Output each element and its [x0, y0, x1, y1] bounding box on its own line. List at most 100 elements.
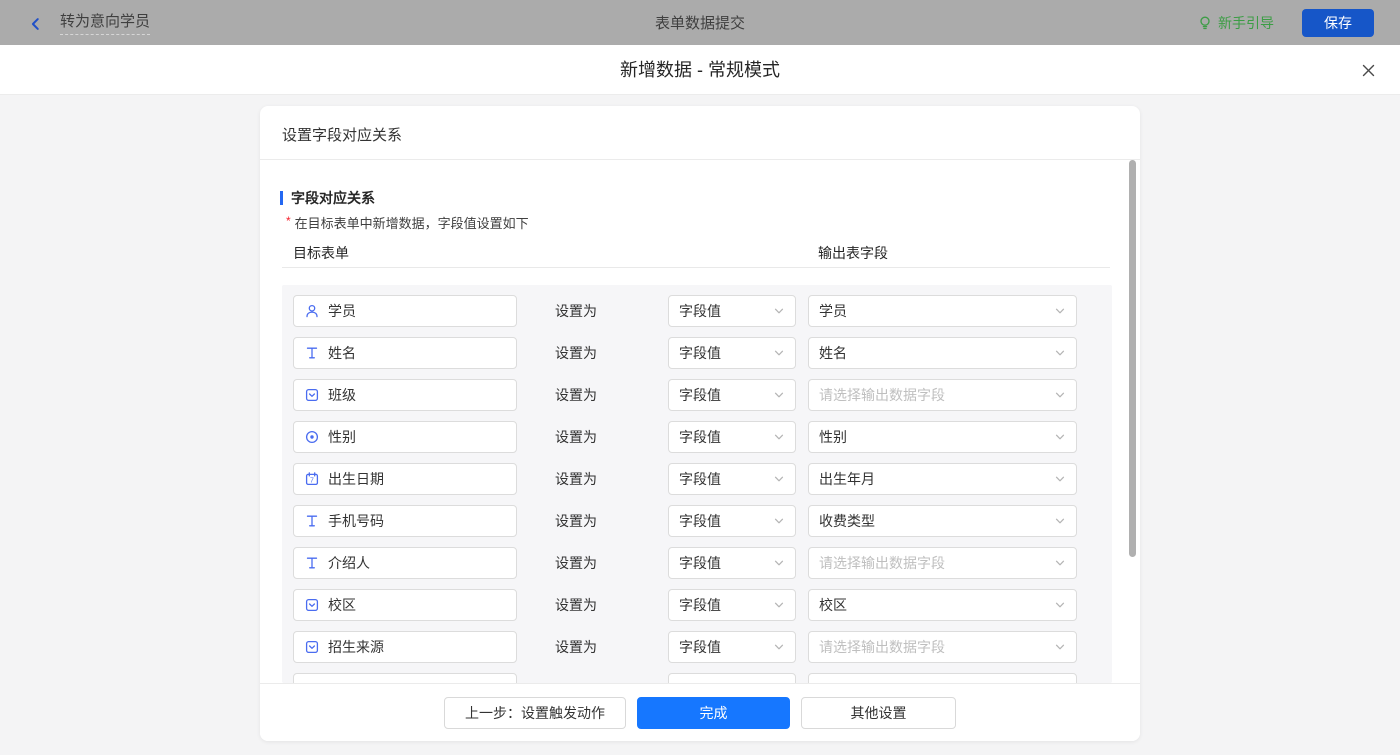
value-mode-text: 字段值 [679, 555, 721, 571]
radio-field-icon [304, 429, 320, 445]
value-mode-select[interactable]: 字段值 [668, 505, 796, 537]
field-mapping-row: 姓名 设置为 字段值 姓名 [282, 337, 1112, 369]
back-button[interactable] [28, 15, 44, 31]
value-mode-select[interactable]: 字段值 [668, 589, 796, 621]
target-field-label: 手机号码 [328, 513, 384, 529]
value-mode-select[interactable] [668, 673, 796, 683]
svg-text:7: 7 [310, 478, 314, 485]
chevron-down-icon [1054, 599, 1066, 611]
field-mapping-row: 手机号码 设置为 字段值 收费类型 [282, 505, 1112, 537]
field-mapping-row [282, 673, 1112, 683]
select-field-icon [304, 597, 320, 613]
field-mapping-row: 学员 设置为 字段值 学员 [282, 295, 1112, 327]
value-mode-select[interactable]: 字段值 [668, 631, 796, 663]
set-as-label: 设置为 [555, 513, 597, 529]
chevron-down-icon [773, 473, 785, 485]
required-marker: * [286, 214, 291, 228]
save-button[interactable]: 保存 [1302, 8, 1374, 37]
column-header-output-field: 输出表字段 [818, 245, 888, 261]
value-mode-select[interactable]: 字段值 [668, 379, 796, 411]
output-field-text: 请选择输出数据字段 [819, 387, 945, 403]
top-bar: 转为意向学员 表单数据提交 新手引导 保存 [0, 0, 1400, 45]
target-field-label: 出生日期 [328, 471, 384, 487]
value-mode-text: 字段值 [679, 387, 721, 403]
value-mode-text: 字段值 [679, 471, 721, 487]
set-as-label: 设置为 [555, 471, 597, 487]
beginner-guide-label: 新手引导 [1218, 14, 1274, 31]
select-field-icon [304, 639, 320, 655]
topbar-title: 表单数据提交 [654, 15, 745, 32]
done-button[interactable]: 完成 [637, 696, 790, 729]
mapping-note-text: 在目标表单中新增数据，字段值设置如下 [294, 216, 529, 231]
output-field-text: 收费类型 [819, 513, 875, 529]
flow-name[interactable]: 转为意向学员 [60, 10, 151, 35]
target-field-box [293, 673, 517, 683]
target-field-label: 性别 [328, 429, 356, 445]
value-mode-text: 字段值 [679, 429, 721, 445]
value-mode-text: 字段值 [679, 303, 721, 319]
target-field-label: 介绍人 [328, 555, 370, 571]
chevron-down-icon [1054, 473, 1066, 485]
target-field-box: 招生来源 [293, 631, 517, 663]
target-field-box: 性别 [293, 421, 517, 453]
output-field-select[interactable]: 请选择输出数据字段 [808, 379, 1077, 411]
chevron-down-icon [1054, 431, 1066, 443]
value-mode-select[interactable]: 字段值 [668, 337, 796, 369]
set-as-label: 设置为 [555, 303, 597, 319]
target-field-box: 学员 [293, 295, 517, 327]
chevron-down-icon [773, 431, 785, 443]
target-field-box: 姓名 [293, 337, 517, 369]
output-field-text: 学员 [819, 303, 847, 319]
calendar-field-icon: 7 [304, 471, 320, 487]
chevron-down-icon [1054, 641, 1066, 653]
target-field-label: 校区 [328, 597, 356, 613]
output-field-select[interactable]: 出生年月 [808, 463, 1077, 495]
value-mode-select[interactable]: 字段值 [668, 295, 796, 327]
output-field-select[interactable] [808, 673, 1077, 683]
output-field-text: 性别 [819, 429, 847, 445]
section-title: 字段对应关系 [280, 188, 375, 208]
scrollbar-thumb[interactable] [1129, 160, 1136, 557]
field-mapping-card: 设置字段对应关系 字段对应关系 * 在目标表单中新增数据，字段值设置如下 目标表… [260, 106, 1140, 741]
chevron-down-icon [1054, 347, 1066, 359]
chevron-down-icon [773, 557, 785, 569]
output-field-select[interactable]: 请选择输出数据字段 [808, 547, 1077, 579]
set-as-label: 设置为 [555, 639, 597, 655]
field-mapping-row: 招生来源 设置为 字段值 请选择输出数据字段 [282, 631, 1112, 663]
set-as-label: 设置为 [555, 429, 597, 445]
text-field-icon [304, 345, 320, 361]
output-field-select[interactable]: 性别 [808, 421, 1077, 453]
beginner-guide-link[interactable]: 新手引导 [1197, 13, 1274, 33]
chevron-down-icon [1054, 305, 1066, 317]
field-mapping-row: 性别 设置为 字段值 性别 [282, 421, 1112, 453]
value-mode-text: 字段值 [679, 345, 721, 361]
value-mode-select[interactable]: 字段值 [668, 547, 796, 579]
output-field-select[interactable]: 姓名 [808, 337, 1077, 369]
column-divider [282, 267, 1110, 268]
output-field-select[interactable]: 收费类型 [808, 505, 1077, 537]
target-field-box: 校区 [293, 589, 517, 621]
chevron-down-icon [1054, 515, 1066, 527]
output-field-select[interactable]: 学员 [808, 295, 1077, 327]
chevron-down-icon [773, 389, 785, 401]
chevron-down-icon [773, 515, 785, 527]
output-field-select[interactable]: 请选择输出数据字段 [808, 631, 1077, 663]
section-accent-bar [280, 191, 283, 205]
other-settings-button[interactable]: 其他设置 [801, 696, 956, 729]
card-title: 设置字段对应关系 [282, 127, 403, 144]
prev-step-button[interactable]: 上一步：设置触发动作 [444, 696, 626, 729]
value-mode-select[interactable]: 字段值 [668, 421, 796, 453]
close-button[interactable] [1358, 60, 1378, 80]
target-field-box: 班级 [293, 379, 517, 411]
set-as-label: 设置为 [555, 555, 597, 571]
chevron-down-icon [1054, 557, 1066, 569]
chevron-down-icon [773, 305, 785, 317]
lightbulb-icon [1197, 15, 1213, 31]
set-as-label: 设置为 [555, 597, 597, 613]
output-field-text: 请选择输出数据字段 [819, 639, 945, 655]
set-as-label: 设置为 [555, 387, 597, 403]
chevron-down-icon [773, 347, 785, 359]
output-field-select[interactable]: 校区 [808, 589, 1077, 621]
value-mode-select[interactable]: 字段值 [668, 463, 796, 495]
user-field-icon [304, 303, 320, 319]
